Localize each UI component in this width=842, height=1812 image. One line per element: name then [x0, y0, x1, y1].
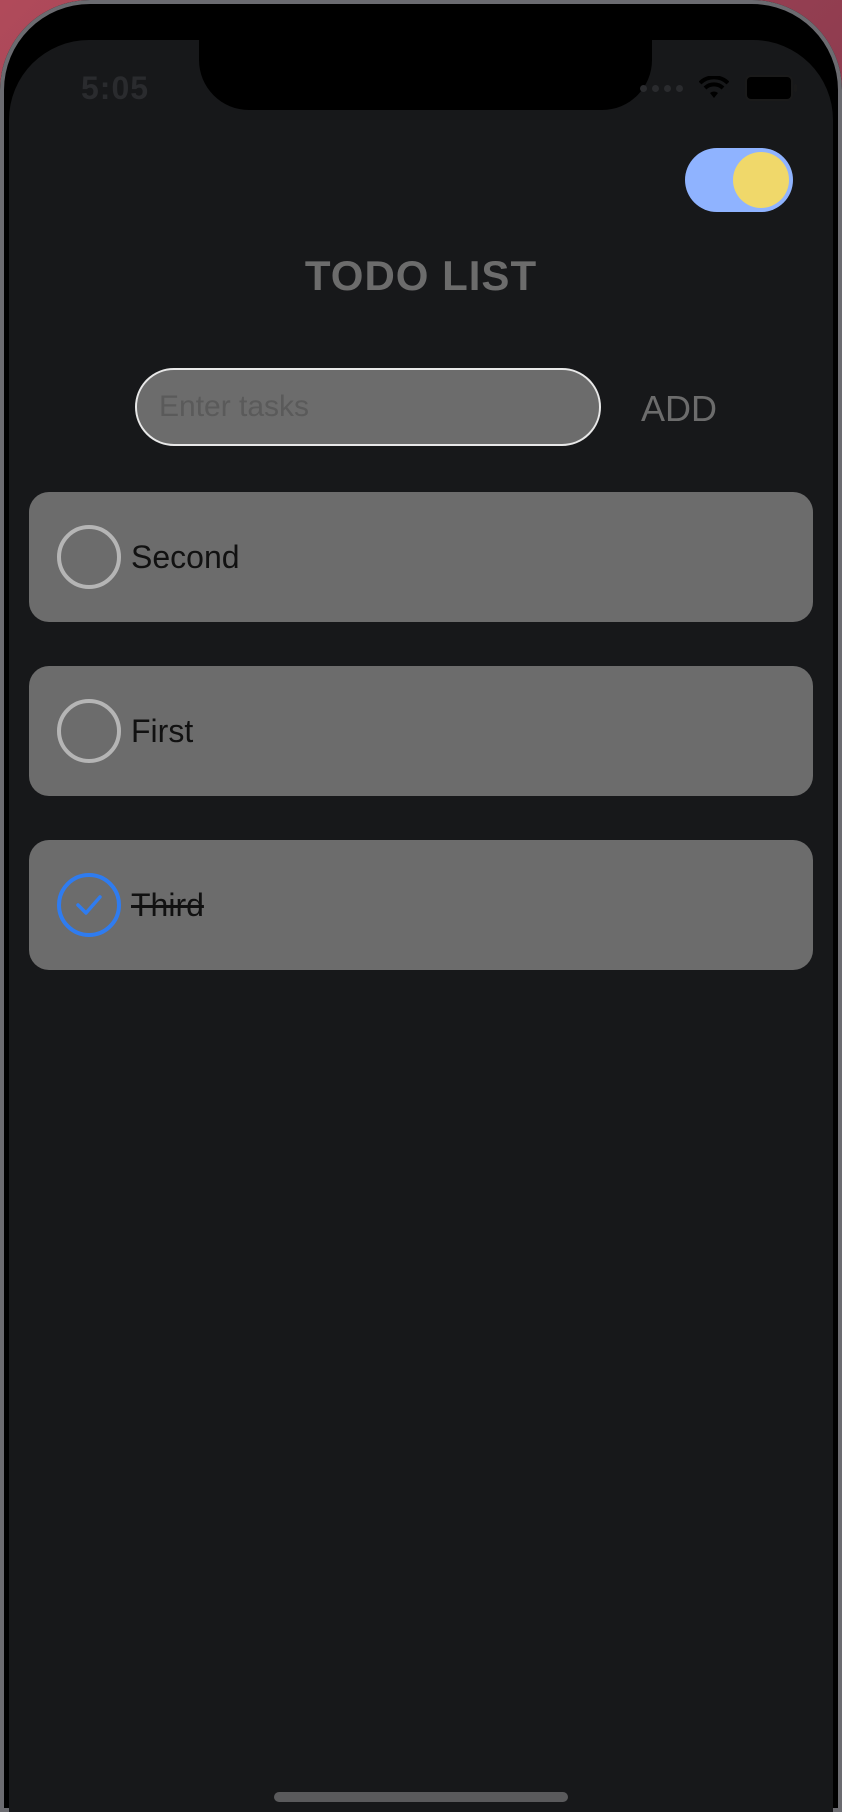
checked-circle-icon[interactable] [57, 873, 121, 937]
wifi-icon [699, 76, 729, 98]
app-screen: 5:05 TODO LIST ADD Second First [9, 40, 833, 1812]
checkbox-circle-icon[interactable] [57, 699, 121, 763]
task-input[interactable] [135, 368, 601, 446]
status-time: 5:05 [81, 70, 150, 106]
toggle-knob [733, 152, 789, 208]
checkbox-circle-icon[interactable] [57, 525, 121, 589]
page-title: TODO LIST [304, 252, 538, 299]
theme-toggle[interactable] [685, 148, 793, 212]
home-indicator [274, 1792, 568, 1802]
add-button[interactable]: ADD [637, 380, 721, 438]
checkmark-icon [76, 895, 102, 915]
battery-icon [745, 75, 797, 101]
task-label: First [131, 712, 194, 749]
status-icons [640, 70, 797, 106]
signal-icon [640, 84, 683, 92]
notch [199, 40, 652, 110]
task-label: Third [131, 886, 204, 923]
phone-frame: 5:05 TODO LIST ADD Second First [0, 0, 842, 1812]
task-list: Second First Third [29, 492, 813, 1014]
task-item[interactable]: Second [29, 492, 813, 622]
task-label: Second [131, 538, 240, 575]
task-item[interactable]: First [29, 666, 813, 796]
task-item[interactable]: Third [29, 840, 813, 970]
